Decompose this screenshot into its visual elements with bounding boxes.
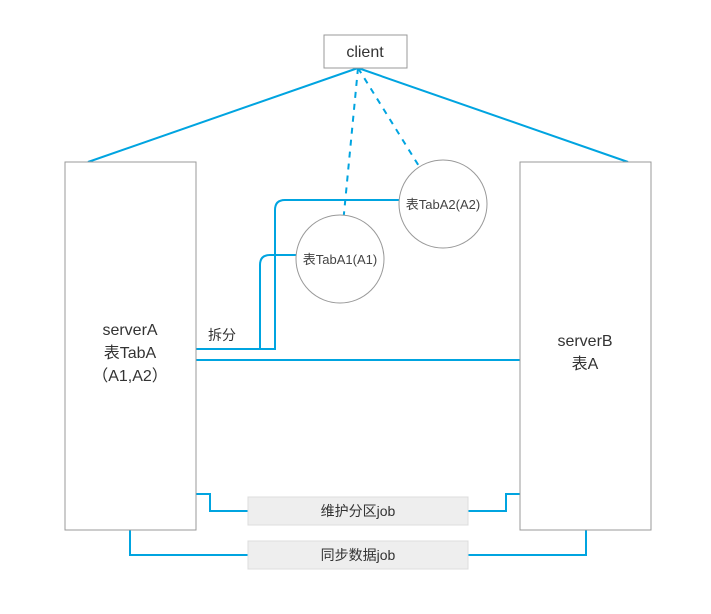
split-label: 拆分 [208, 327, 236, 343]
client-label: client [346, 44, 384, 61]
conn-job2-serverB [468, 530, 586, 555]
tabA1-label: 表TabA1(A1) [303, 252, 377, 267]
serverB-line1: serverB [557, 333, 612, 350]
serverA-line3: （A1,A2） [92, 367, 168, 385]
conn-client-serverB [358, 68, 628, 162]
job2-label: 同步数据job [321, 547, 396, 563]
conn-serverA-job1 [196, 494, 248, 511]
conn-serverA-job2 [130, 530, 248, 555]
job1-label: 维护分区job [321, 503, 396, 519]
serverA-line2: 表TabA [104, 344, 157, 362]
diagram-svg: client serverA 表TabA （A1,A2） serverB 表A … [0, 0, 711, 614]
serverA-line1: serverA [102, 322, 157, 339]
conn-job1-serverB [468, 494, 520, 511]
conn-client-serverA [88, 68, 358, 162]
tabA2-label: 表TabA2(A2) [406, 197, 480, 212]
serverB-line2: 表A [572, 355, 599, 373]
